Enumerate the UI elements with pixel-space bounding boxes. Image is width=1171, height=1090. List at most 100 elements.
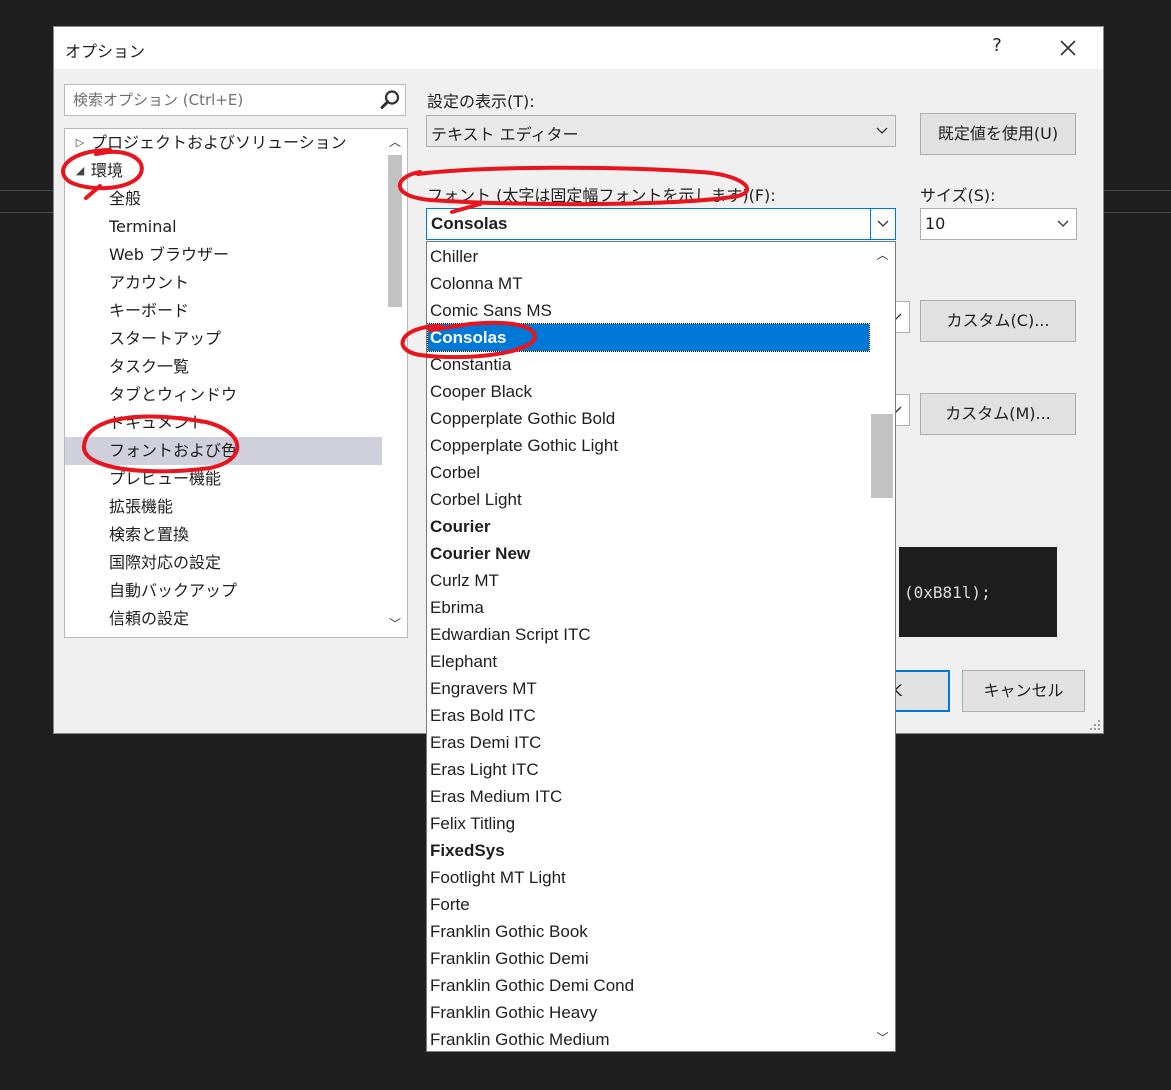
tree-item-label: キーボード xyxy=(109,301,190,320)
tree-item-label: Terminal xyxy=(109,217,177,236)
tree-item-label: 環境 xyxy=(91,161,124,180)
tree-scrollbar[interactable]: ︿ ﹀ xyxy=(383,129,407,637)
font-list-item[interactable]: FixedSys xyxy=(428,837,869,864)
font-list-item[interactable]: Franklin Gothic Book xyxy=(428,918,869,945)
expand-arrow-icon[interactable]: ▷ xyxy=(73,129,87,157)
preview-text: (0xB81l); xyxy=(904,583,991,602)
tree-item-label: 全般 xyxy=(109,189,142,208)
tree-item-label: プレビュー機能 xyxy=(109,469,222,488)
help-button[interactable]: ? xyxy=(985,35,1009,56)
tree-item[interactable]: 検索と置換 xyxy=(65,521,382,549)
font-list-item[interactable]: Felix Titling xyxy=(428,810,869,837)
tree-item[interactable]: 全般 xyxy=(65,185,382,213)
tree-item[interactable]: Terminal xyxy=(65,213,382,241)
search-icon[interactable] xyxy=(379,89,401,111)
font-select-value: Consolas xyxy=(431,214,508,233)
font-list-item[interactable]: Franklin Gothic Demi xyxy=(428,945,869,972)
dialog-title: オプション xyxy=(65,42,146,61)
scroll-up-icon[interactable]: ︿ xyxy=(383,131,407,153)
font-dropdown-list: Franklin Gothic Medium Franklin Gothic He… xyxy=(426,241,896,1052)
tree-item-label: プロジェクトおよびソリューション xyxy=(91,133,347,152)
tree-item[interactable]: プレビュー機能 xyxy=(65,465,382,493)
font-list-item[interactable]: Forte xyxy=(428,891,869,918)
tree-item[interactable]: スタートアップ xyxy=(65,325,382,353)
tree-item[interactable]: アカウント xyxy=(65,269,382,297)
font-list-item[interactable]: Ebrima xyxy=(428,594,869,621)
tree-item-label: 信頼の設定 xyxy=(109,609,190,628)
title-bar: オプション ? xyxy=(54,27,1103,69)
font-list-item[interactable]: Chiller xyxy=(428,243,869,270)
font-list-item[interactable]: Corbel Light xyxy=(428,486,869,513)
tree-item[interactable]: ドキュメント xyxy=(65,409,382,437)
tree-item[interactable]: ◢ 環境 xyxy=(65,157,382,185)
tree-item[interactable]: ▷ プロジェクトおよびソリューション xyxy=(65,129,382,157)
font-list-item[interactable]: Eras Bold ITC xyxy=(428,702,869,729)
cancel-button[interactable]: キャンセル xyxy=(962,670,1085,712)
chevron-down-icon xyxy=(876,127,888,134)
font-list-item[interactable]: Copperplate Gothic Bold xyxy=(428,405,869,432)
font-list-item[interactable]: Elephant xyxy=(428,648,869,675)
font-list-item[interactable]: Footlight MT Light xyxy=(428,864,869,891)
show-settings-value: テキスト エディター xyxy=(431,125,579,144)
tree-item[interactable]: タブとウィンドウ xyxy=(65,381,382,409)
tree-item-label: フォントおよび色 xyxy=(109,441,238,460)
font-label: フォント (太字は固定幅フォントを示します)(F): xyxy=(427,186,776,205)
close-icon[interactable] xyxy=(1055,35,1081,61)
tree-item[interactable]: フォントおよび色 xyxy=(65,437,382,465)
tree-item-label: 検索と置換 xyxy=(109,525,190,544)
tree-item-label: タブとウィンドウ xyxy=(109,385,238,404)
tree-item-label: 自動バックアップ xyxy=(109,581,238,600)
use-defaults-button[interactable]: 既定値を使用(U) xyxy=(920,113,1076,155)
scroll-down-icon[interactable]: ﹀ xyxy=(870,1027,895,1049)
font-list-item[interactable]: Consolas xyxy=(427,323,870,352)
tree-item-label: Web ブラウザー xyxy=(109,245,229,264)
font-select[interactable]: Consolas xyxy=(426,208,896,240)
tree-item[interactable]: タスク一覧 xyxy=(65,353,382,381)
font-list-item[interactable]: Eras Medium ITC xyxy=(428,783,869,810)
font-list-item[interactable]: Franklin Gothic Demi Cond xyxy=(428,972,869,999)
collapse-arrow-icon[interactable]: ◢ xyxy=(73,157,87,185)
custom-c-button[interactable]: カスタム(C)... xyxy=(920,300,1076,342)
tree-item[interactable]: 国際対応の設定 xyxy=(65,549,382,577)
font-list-item[interactable]: Franklin Gothic Medium xyxy=(428,1026,869,1051)
font-list-item[interactable]: Eras Demi ITC xyxy=(428,729,869,756)
tree-item-label: アカウント xyxy=(109,273,190,292)
tree-item[interactable]: 拡張機能 xyxy=(65,493,382,521)
tree-item[interactable]: 信頼の設定 xyxy=(65,605,382,633)
font-list-item[interactable]: Colonna MT xyxy=(428,270,869,297)
options-tree: 信頼の設定 自動バックアップ 国際対応の設定 検索と置換 拡張機能 プレビュー機能 フォント… xyxy=(64,128,408,638)
font-list-item[interactable]: Constantia xyxy=(428,351,869,378)
font-list-item[interactable]: Copperplate Gothic Light xyxy=(428,432,869,459)
font-list-item[interactable]: Courier New xyxy=(428,540,869,567)
tree-item-label: スタートアップ xyxy=(109,329,222,348)
font-list-item[interactable]: Cooper Black xyxy=(428,378,869,405)
font-list-item[interactable]: Courier xyxy=(428,513,869,540)
search-box xyxy=(64,84,406,116)
scrollbar-thumb[interactable] xyxy=(388,155,402,307)
font-list-item[interactable]: Engravers MT xyxy=(428,675,869,702)
tree-item-label: 国際対応の設定 xyxy=(109,553,222,572)
search-input[interactable] xyxy=(65,85,391,115)
show-settings-label: 設定の表示(T): xyxy=(427,92,535,111)
font-list-item[interactable]: Comic Sans MS xyxy=(428,297,869,324)
show-settings-select[interactable]: テキスト エディター xyxy=(426,115,896,147)
tree-item[interactable]: キーボード xyxy=(65,297,382,325)
size-select-value: 10 xyxy=(925,214,946,233)
scroll-down-icon[interactable]: ﹀ xyxy=(383,613,407,635)
tree-item-label: タスク一覧 xyxy=(109,357,190,376)
tree-item[interactable]: Web ブラウザー xyxy=(65,241,382,269)
font-list-item[interactable]: Corbel xyxy=(428,459,869,486)
resize-grip-icon[interactable] xyxy=(1089,719,1101,731)
font-list-item[interactable]: Franklin Gothic Heavy xyxy=(428,999,869,1026)
scrollbar-thumb[interactable] xyxy=(871,414,893,498)
font-dropdown-toggle[interactable] xyxy=(870,209,895,239)
scroll-up-icon[interactable]: ︿ xyxy=(870,244,895,266)
tree-item[interactable]: 自動バックアップ xyxy=(65,577,382,605)
font-list-item[interactable]: Curlz MT xyxy=(428,567,869,594)
font-list-item[interactable]: Eras Light ITC xyxy=(428,756,869,783)
font-list-item[interactable]: Edwardian Script ITC xyxy=(428,621,869,648)
size-select[interactable]: 10 xyxy=(920,208,1077,240)
font-preview: (0xB81l); xyxy=(899,547,1057,637)
custom-m-button[interactable]: カスタム(M)... xyxy=(920,393,1076,435)
font-list-scrollbar[interactable]: ︿ ﹀ xyxy=(870,242,895,1051)
